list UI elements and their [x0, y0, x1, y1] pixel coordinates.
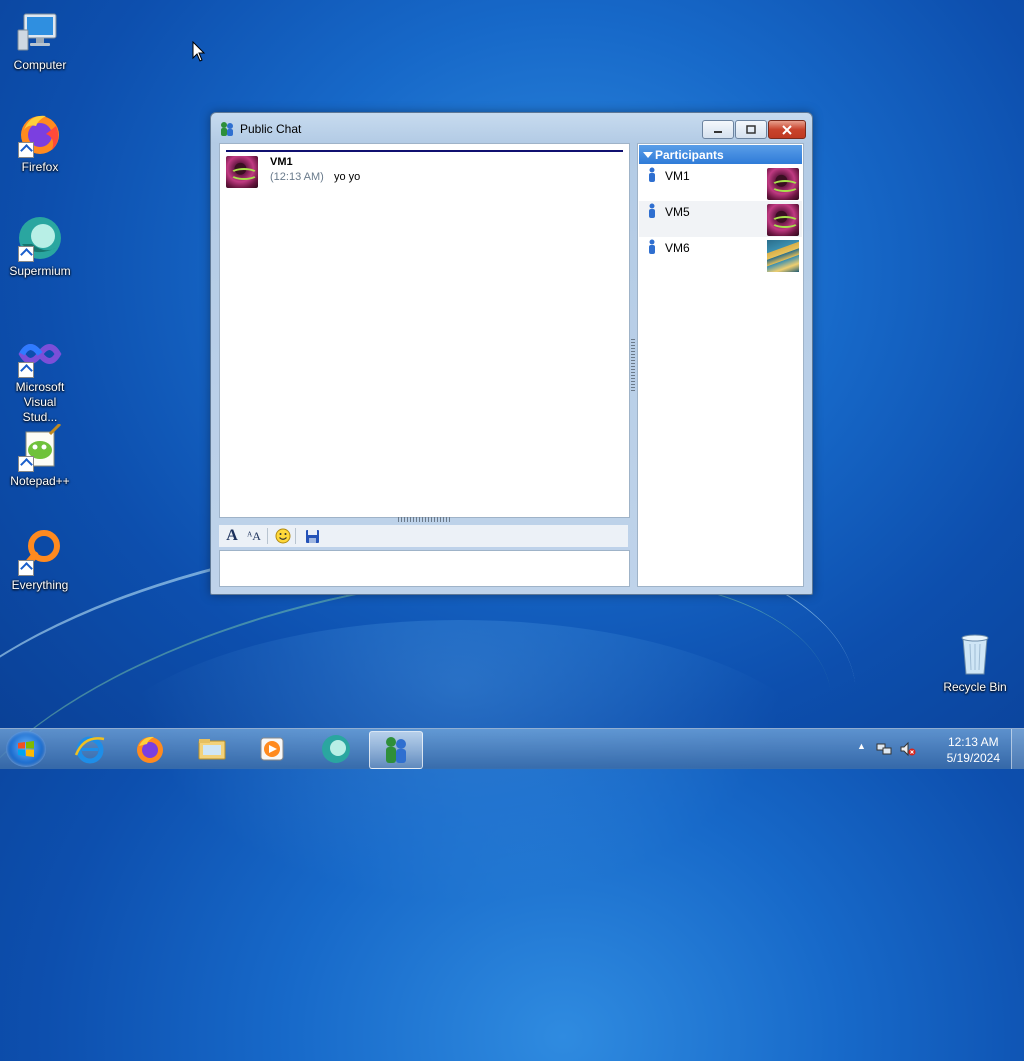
participants-title: Participants — [655, 148, 724, 162]
firefox-icon — [137, 736, 163, 763]
desktop-icon-label: Computer — [13, 58, 67, 72]
message-sender: VM1 — [270, 156, 293, 168]
close-button[interactable] — [768, 120, 806, 139]
window-title: Public Chat — [240, 122, 302, 136]
minimize-button[interactable] — [702, 120, 734, 139]
taskbar-supermium[interactable] — [310, 731, 362, 767]
recycle-bin-icon — [951, 630, 999, 678]
desktop-icon-label: Microsoft Visual Stud... — [15, 380, 65, 424]
taskbar-firefox[interactable] — [124, 731, 176, 767]
file-explorer-icon — [198, 739, 226, 760]
windows-logo-icon — [18, 741, 34, 757]
chat-message: VM1 (12:13 AM) yo yo — [226, 156, 623, 190]
smiley-icon — [275, 528, 291, 544]
stairs-avatar — [767, 240, 799, 272]
desktop-icon-visual-studio[interactable]: Microsoft Visual Stud... — [0, 330, 80, 425]
desktop-icon-firefox[interactable]: Firefox — [0, 110, 80, 175]
purple-ball-avatar — [767, 168, 799, 200]
firefox-icon — [16, 110, 64, 158]
participant-item-vm5[interactable]: VM5 — [639, 201, 802, 237]
taskbar-internet-explorer[interactable] — [64, 731, 116, 767]
public-chat-window: Public Chat VM1 (12:13 AM) yo yo A ᴬA Pa… — [210, 112, 813, 595]
clock-time: 12:13 AM — [947, 735, 999, 749]
purple-ball-avatar — [767, 204, 799, 236]
message-text: yo yo — [334, 171, 361, 183]
media-player-icon — [260, 737, 284, 761]
save-icon — [305, 529, 319, 543]
taskbar-media-player[interactable] — [246, 731, 298, 767]
desktop-icon-computer[interactable]: Computer — [0, 8, 80, 73]
chat-people-icon — [221, 122, 233, 136]
participant-name: VM6 — [665, 241, 690, 255]
visual-studio-icon — [16, 330, 64, 378]
message-time: (12:13 AM) — [270, 171, 324, 183]
toolbar-separator — [267, 528, 268, 544]
chat-messages-pane[interactable]: VM1 (12:13 AM) yo yo — [219, 143, 630, 518]
supermium-icon — [16, 214, 64, 262]
person-icon — [649, 167, 655, 182]
font-icon: A — [226, 527, 238, 544]
desktop-icon-label: Supermium — [9, 264, 71, 278]
participant-item-vm6[interactable]: VM6 — [639, 237, 802, 273]
mouse-cursor-icon — [192, 41, 206, 62]
window-titlebar[interactable]: Public Chat — [211, 113, 812, 143]
close-icon — [769, 121, 805, 138]
participant-name: VM5 — [665, 205, 690, 219]
desktop-icon-label: Notepad++ — [10, 474, 70, 488]
supermium-icon — [322, 735, 350, 763]
internet-explorer-icon — [74, 736, 105, 764]
taskbar-file-explorer[interactable] — [186, 731, 238, 767]
desktop-icon-label: Firefox — [21, 160, 59, 174]
desktop-icon-label: Everything — [11, 578, 69, 592]
desktop-icon-notepadpp[interactable]: Notepad++ — [0, 422, 80, 489]
horizontal-splitter-grip[interactable] — [398, 517, 452, 522]
collapse-arrow-icon — [643, 152, 653, 158]
participants-panel: Participants VM1 VM5 VM6 — [637, 143, 804, 587]
message-input[interactable] — [219, 550, 630, 587]
vertical-splitter-grip[interactable] — [631, 339, 635, 391]
taskbar-chat-messenger[interactable] — [369, 731, 423, 769]
participant-item-vm1[interactable]: VM1 — [639, 165, 802, 201]
network-icon[interactable] — [876, 741, 892, 757]
emoticon-button[interactable] — [274, 527, 292, 545]
desktop-icon-supermium[interactable]: Supermium — [0, 214, 80, 279]
font-size-icon: ᴬA — [247, 528, 261, 543]
chat-messenger-icon — [386, 737, 406, 763]
system-tray: ▲ 12:13 AM 5/19/2024 — [854, 729, 1024, 769]
sender-avatar — [226, 156, 258, 188]
font-button[interactable]: A — [223, 527, 241, 545]
system-clock[interactable]: 12:13 AM 5/19/2024 — [947, 734, 1000, 766]
computer-icon — [16, 8, 64, 56]
show-hidden-icons-button[interactable]: ▲ — [857, 741, 866, 751]
person-icon — [649, 203, 655, 218]
maximize-icon — [736, 121, 766, 138]
desktop-icon-recycle-bin[interactable]: Recycle Bin — [935, 630, 1015, 695]
minimize-icon — [703, 121, 733, 138]
show-desktop-button[interactable] — [1011, 729, 1024, 769]
taskbar: ▲ 12:13 AM 5/19/2024 — [0, 728, 1024, 769]
desktop-icon-everything[interactable]: Everything — [0, 528, 80, 593]
save-button[interactable] — [303, 527, 321, 545]
everything-icon — [16, 528, 64, 576]
format-toolbar: A ᴬA — [219, 525, 628, 547]
clock-date: 5/19/2024 — [946, 751, 1000, 765]
start-button[interactable] — [6, 731, 46, 767]
toolbar-separator — [295, 528, 296, 544]
chat-divider — [226, 150, 623, 152]
desktop-icon-label: Recycle Bin — [943, 680, 1007, 694]
volume-muted-icon[interactable] — [900, 741, 916, 757]
participant-name: VM1 — [665, 169, 690, 183]
maximize-button[interactable] — [735, 120, 767, 139]
participants-header[interactable]: Participants — [639, 145, 802, 164]
person-icon — [649, 239, 655, 254]
notepadpp-icon — [16, 422, 64, 472]
font-size-button[interactable]: ᴬA — [245, 527, 263, 545]
